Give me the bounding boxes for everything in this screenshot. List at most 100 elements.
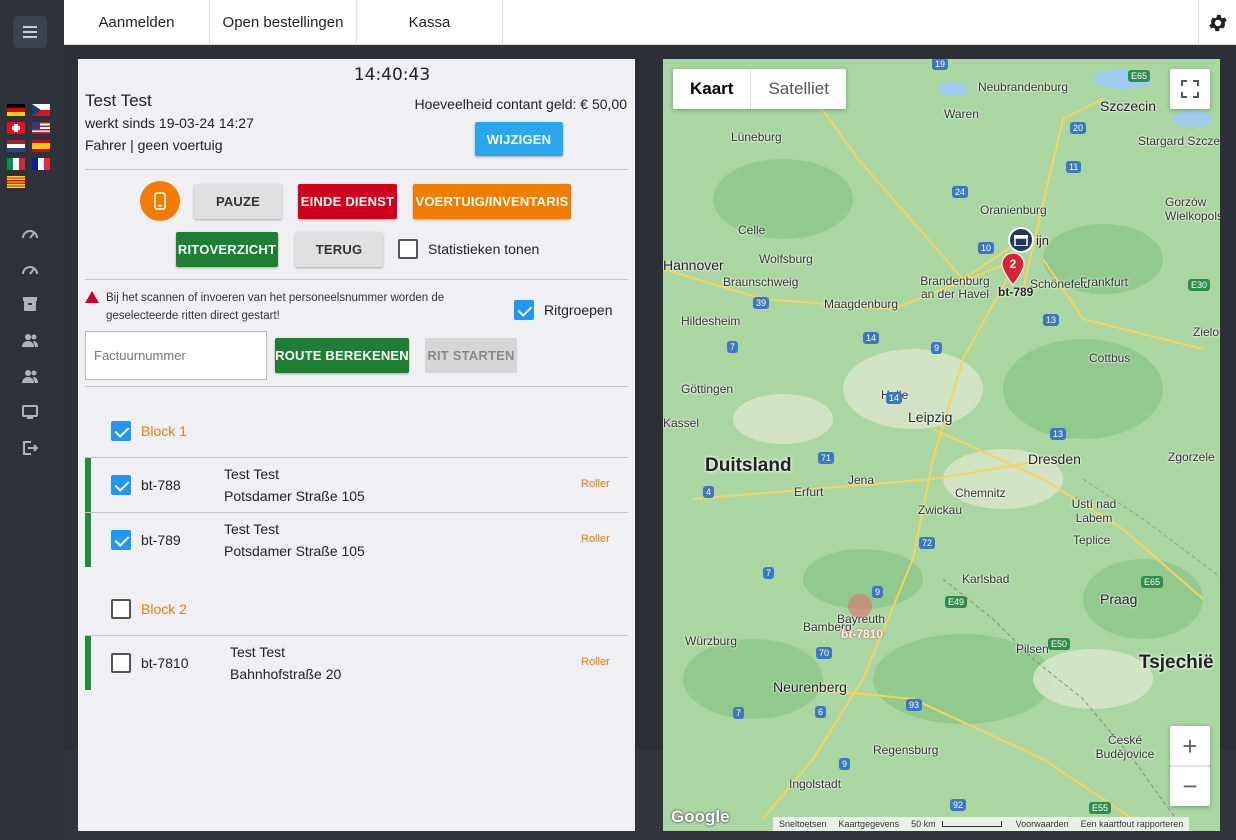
monitor-icon[interactable] [21, 403, 39, 421]
driver-role: Fahrer | geen voertuig [85, 137, 223, 153]
flag-ch-icon[interactable] [7, 122, 25, 134]
map-type-tabs: Kaart Satelliet [673, 69, 846, 109]
city-label: Neubrandenburg [978, 80, 1069, 94]
tab-satellite[interactable]: Satelliet [750, 69, 845, 109]
gauge-icon[interactable] [21, 224, 39, 242]
city-label: Leipzig [908, 409, 953, 425]
ride-address: Potsdamer Straße 105 [224, 543, 365, 559]
ride-row[interactable]: bt-789 Test Test Potsdamer Straße 105 Ro… [85, 513, 628, 567]
ride-checkbox[interactable] [111, 530, 131, 550]
ride-vehicle: Roller [581, 533, 610, 545]
statistics-checkbox[interactable] [398, 239, 418, 259]
vehicle-inventory-button[interactable]: VOERTUIG/INVENTARIS [413, 184, 571, 219]
block-1-label[interactable]: Block 1 [141, 423, 187, 439]
fullscreen-icon [1181, 80, 1199, 98]
road-badge: E55 [1089, 802, 1112, 814]
road-badge: 4 [703, 486, 715, 498]
road-badge: 92 [950, 799, 967, 811]
city-label: Erfurt [794, 485, 824, 499]
block-2-label[interactable]: Block 2 [141, 601, 187, 617]
block-1-checkbox[interactable] [111, 421, 131, 441]
ride-checkbox[interactable] [111, 475, 131, 495]
marker-label: bt-789 [998, 285, 1034, 299]
city-label: Göttingen [681, 382, 734, 396]
map[interactable]: Kaart Satelliet + − Duitsland Tsjechië N… [663, 59, 1220, 831]
gauge-icon[interactable] [21, 260, 39, 278]
shop-marker-icon[interactable] [1008, 227, 1034, 253]
city-label: Waren [944, 107, 979, 121]
logout-icon[interactable] [21, 439, 39, 457]
road-badge: E65 [1141, 576, 1164, 588]
ride-row[interactable]: bt-7810 Test Test Bahnhofstraße 20 Rolle… [85, 636, 628, 690]
road-badge: 71 [818, 452, 835, 464]
change-cash-button[interactable]: WIJZIGEN [475, 122, 563, 156]
country-label: Duitsland [705, 455, 792, 476]
ride-row[interactable]: bt-788 Test Test Potsdamer Straße 105 Ro… [85, 458, 628, 512]
box-icon[interactable] [21, 295, 39, 313]
road-badge: 7 [733, 707, 745, 719]
divider [85, 279, 628, 280]
warning-text: Bij het scannen of invoeren van het pers… [106, 292, 445, 322]
flag-de-icon[interactable] [7, 104, 25, 116]
city-label: Frankfurt [1080, 275, 1129, 289]
scale-label: 50 km [911, 819, 936, 829]
shortcuts-link[interactable]: Sneltoetsen [773, 819, 833, 829]
city-label: Szczecin [1100, 98, 1157, 114]
flag-fr-icon[interactable] [32, 158, 50, 170]
start-ride-button[interactable]: RIT STARTEN [425, 338, 517, 373]
tab-map[interactable]: Kaart [673, 69, 750, 109]
ride-marker-faded-icon[interactable] [848, 594, 872, 618]
berlin-label: ijn [1036, 233, 1050, 248]
city-label: Lüneburg [731, 130, 782, 144]
fullscreen-button[interactable] [1170, 69, 1210, 109]
driver-name: Test Test [85, 91, 152, 110]
flag-nl-icon[interactable] [7, 140, 25, 152]
road-badge: 7 [727, 341, 739, 353]
ride-checkbox[interactable] [111, 653, 131, 673]
city-label: Pilsen [1016, 642, 1049, 656]
map-background [663, 59, 1220, 831]
gear-icon[interactable] [1198, 0, 1236, 45]
road-badge: 7 [763, 567, 775, 579]
city-label: Teplice [1073, 533, 1111, 547]
ride-overview-button[interactable]: RITOVERZICHT [176, 232, 278, 267]
ride-groups-checkbox[interactable] [514, 300, 534, 320]
ride-id: bt-7810 [141, 655, 189, 671]
city-label: Jena [848, 473, 875, 487]
ride-address: Bahnhofstraße 20 [230, 666, 342, 682]
back-button[interactable]: TERUG [295, 232, 383, 267]
marker-label: bt-7810 [841, 627, 884, 641]
report-map-error-link[interactable]: Een kaartfout rapporteren [1075, 819, 1190, 829]
invoice-number-input[interactable] [85, 331, 267, 380]
city-label: Zgorzele [1168, 450, 1215, 464]
flag-ca-icon[interactable] [7, 176, 25, 188]
tab-kassa[interactable]: Kassa [357, 0, 503, 45]
flag-es-icon[interactable] [32, 140, 50, 152]
zoom-out-button[interactable]: − [1170, 766, 1210, 806]
road-badge: 6 [815, 706, 827, 718]
ride-marker-icon[interactable]: 2 [1000, 252, 1026, 286]
terms-link[interactable]: Voorwaarden [1010, 819, 1075, 829]
road-badge: 24 [952, 186, 969, 198]
block-2-checkbox[interactable] [111, 599, 131, 619]
menu-icon[interactable] [13, 16, 47, 48]
zoom-in-button[interactable]: + [1170, 726, 1210, 766]
flag-it-icon[interactable] [7, 158, 25, 170]
scale-bar [941, 821, 1002, 827]
calculate-route-button[interactable]: ROUTE BEREKENEN [275, 338, 409, 373]
city-label: Stargard Szczeciński [1138, 134, 1220, 148]
pause-button[interactable]: PAUZE [194, 184, 282, 219]
flag-us-icon[interactable] [32, 122, 50, 134]
driver-panel: 14:40:43 Test Test werkt sinds 19-03-24 … [78, 59, 635, 831]
tab-aanmelden[interactable]: Aanmelden [64, 0, 210, 45]
users-icon[interactable] [21, 331, 39, 349]
map-attribution: Sneltoetsen Kaartgegevens 50 km Voorwaar… [773, 817, 1190, 831]
city-label: Brandenburg an der Havel [920, 274, 990, 301]
end-shift-button[interactable]: EINDE DIENST [298, 184, 397, 219]
phone-button[interactable] [140, 181, 180, 221]
tab-open-orders[interactable]: Open bestellingen [210, 0, 357, 45]
city-label: Zwickau [918, 503, 963, 517]
ride-customer: Test Test [230, 644, 285, 660]
users-icon[interactable] [21, 367, 39, 385]
flag-cz-icon[interactable] [32, 104, 50, 116]
